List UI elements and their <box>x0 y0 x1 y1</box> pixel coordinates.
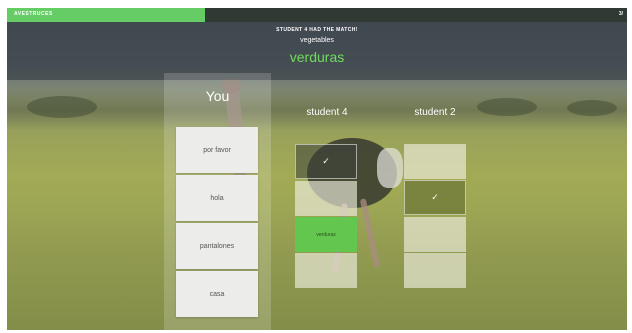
answer-card[interactable]: por favor <box>176 127 258 173</box>
student-2-slot <box>404 144 466 179</box>
student-4-slot: ✓ <box>295 144 357 179</box>
progress-bar: AVESTRUCES 3/ <box>7 8 627 22</box>
answer-card[interactable]: pantalones <box>176 223 258 269</box>
student-4-slot-match: verduras <box>295 217 357 252</box>
background-tree <box>477 98 537 116</box>
match-announcement: STUDENT 4 HAD THE MATCH! <box>276 27 358 33</box>
student-2-title: student 2 <box>414 107 456 118</box>
student-2-slot: ✓ <box>404 180 466 215</box>
progress-count: 3/ <box>618 11 623 17</box>
answer-card[interactable]: hola <box>176 175 258 221</box>
student-4-slot <box>295 253 357 288</box>
background-tree <box>567 100 617 116</box>
prompt-word: vegetables <box>300 37 334 44</box>
match-header: STUDENT 4 HAD THE MATCH! vegetables verd… <box>7 22 627 80</box>
progress-label: AVESTRUCES <box>14 11 53 17</box>
you-title: You <box>205 88 230 104</box>
student-2-slot <box>404 217 466 252</box>
answer-word: verduras <box>289 49 345 65</box>
background-tree <box>27 96 97 118</box>
checkmark-icon: ✓ <box>322 156 330 166</box>
ostrich-leg <box>359 198 381 268</box>
student-4-slot <box>295 181 357 216</box>
you-column: You por favor hola pantalones casa <box>164 73 271 330</box>
answer-card[interactable]: casa <box>176 271 258 317</box>
student-4-title: student 4 <box>306 107 348 118</box>
ostrich-tail <box>377 148 403 188</box>
match-slot-text: verduras <box>316 231 336 238</box>
game-frame: AVESTRUCES 3/ STUDENT 4 HAD THE MATCH! v… <box>7 8 627 330</box>
checkmark-icon: ✓ <box>431 192 439 202</box>
student-2-slot <box>404 253 466 288</box>
